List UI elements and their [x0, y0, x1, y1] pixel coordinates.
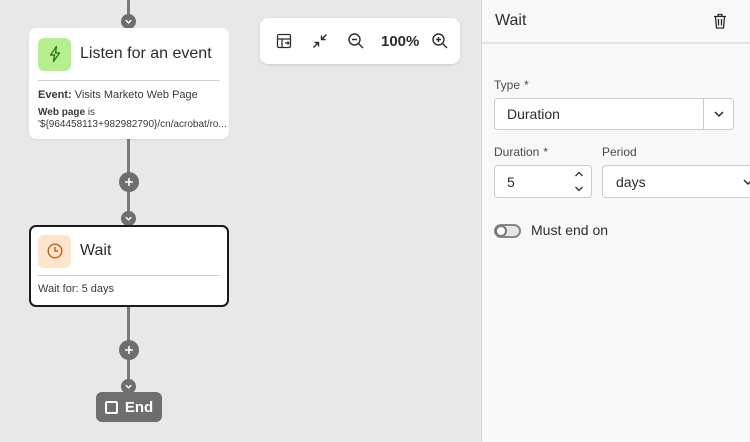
canvas-toolbar: 100%: [260, 18, 460, 64]
condition-value: '${964458113+982982790}/cn/acrobat/ro...: [38, 119, 227, 130]
wait-node-header: Wait: [31, 227, 227, 275]
type-select[interactable]: Duration: [494, 98, 734, 130]
duration-stepper[interactable]: 5: [494, 165, 592, 198]
zoom-out-button[interactable]: [345, 30, 367, 52]
required-marker: *: [524, 78, 529, 92]
period-select-value: days: [616, 173, 646, 190]
chevron-down-icon: [743, 179, 750, 186]
type-label: Type *: [494, 78, 529, 92]
decrement-button[interactable]: [567, 182, 591, 198]
event-node-details: Event: Visits Marketo Web Page Web page …: [29, 81, 229, 131]
wait-node[interactable]: Wait Wait for: 5 days: [29, 225, 229, 307]
stop-square-icon: [104, 400, 118, 414]
event-node-title: Listen for an event: [80, 45, 212, 62]
connector-chevron-icon: [121, 14, 136, 29]
required-marker: *: [543, 145, 549, 159]
add-step-button[interactable]: [119, 340, 139, 360]
wait-node-detail: Wait for: 5 days: [38, 283, 115, 295]
add-step-button[interactable]: [119, 172, 139, 192]
type-label-text: Type: [494, 78, 521, 92]
chevron-down-icon: [575, 186, 583, 192]
period-label: Period: [602, 145, 637, 159]
type-select-value: Duration: [507, 106, 560, 122]
wait-node-title: Wait: [80, 242, 112, 259]
panel-header: Wait: [482, 0, 750, 44]
zoom-in-button[interactable]: [429, 30, 451, 52]
connector-line: [127, 306, 130, 342]
delete-button[interactable]: [711, 12, 729, 30]
period-select[interactable]: days: [602, 165, 750, 198]
panel-title: Wait: [495, 12, 527, 29]
event-value: Visits Marketo Web Page: [74, 89, 198, 101]
duration-label: Duration *: [494, 145, 548, 159]
duration-label-text: Duration: [494, 145, 540, 159]
collapse-icon: [313, 34, 327, 48]
zoom-in-icon: [432, 33, 448, 49]
collapse-button[interactable]: [309, 30, 331, 52]
clock-icon: [38, 234, 71, 268]
toggle-knob: [495, 225, 507, 237]
chevron-up-icon: [575, 171, 583, 177]
zoom-out-icon: [348, 33, 364, 49]
condition-field: Web page: [38, 107, 86, 118]
end-node-label: End: [124, 398, 154, 416]
end-node[interactable]: End: [96, 392, 162, 422]
zoom-level: 100%: [381, 32, 420, 50]
chevron-down-icon[interactable]: [703, 99, 733, 129]
auto-layout-button[interactable]: [273, 30, 295, 52]
must-end-on-label: Must end on: [531, 222, 609, 238]
event-node-header: Listen for an event: [29, 28, 229, 80]
connector-chevron-icon: [121, 211, 136, 226]
lightning-icon: [38, 37, 71, 71]
event-node[interactable]: Listen for an event Event: Visits Market…: [29, 28, 229, 139]
properties-panel: Wait: [481, 0, 750, 442]
auto-layout-icon: [276, 33, 292, 49]
journey-canvas[interactable]: Listen for an event Event: Visits Market…: [0, 0, 481, 442]
increment-button[interactable]: [567, 166, 591, 182]
stepper-buttons: [567, 166, 591, 197]
condition-operator: is: [87, 107, 96, 118]
duration-value: 5: [507, 174, 515, 190]
event-label: Event:: [38, 89, 72, 101]
must-end-on-toggle[interactable]: [494, 224, 521, 238]
